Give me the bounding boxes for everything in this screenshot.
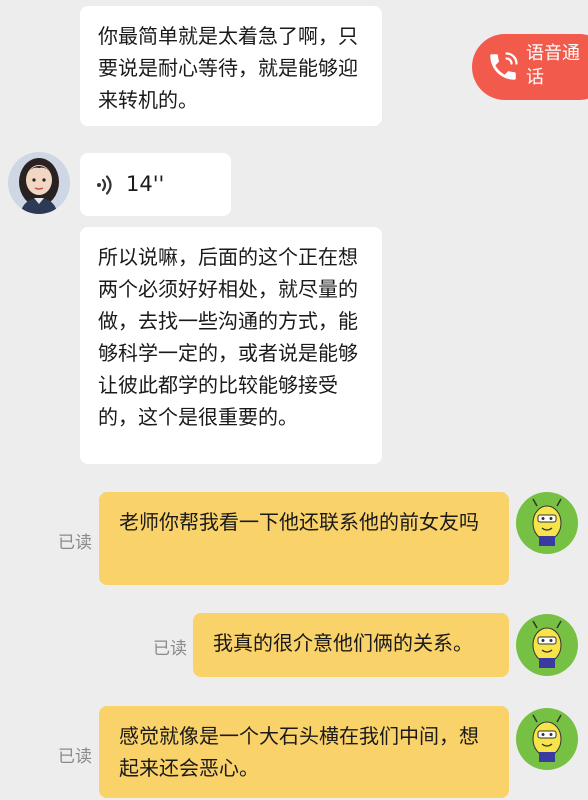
message-text: 感觉就像是一个大石头横在我们中间，想起来还会恶心。 — [119, 724, 479, 780]
message-text: 你最简单就是太着急了啊，只要说是耐心等待，就是能够迎来转机的。 — [98, 24, 358, 112]
read-status: 已读 — [58, 747, 92, 767]
voice-wave-icon — [97, 175, 112, 195]
message-text: 所以说嘛，后面的这个正在想两个必须好好相处，就尽量的做，去找一些沟通的方式，能够… — [98, 245, 358, 429]
read-status: 已读 — [58, 533, 92, 553]
message-text: 老师你帮我看一下他还联系他的前女友吗 — [119, 510, 479, 534]
avatar-self[interactable] — [516, 708, 578, 770]
message-bubble-outgoing[interactable]: 感觉就像是一个大石头横在我们中间，想起来还会恶心。 — [99, 706, 509, 798]
read-status: 已读 — [153, 639, 187, 659]
message-bubble-outgoing[interactable]: 老师你帮我看一下他还联系他的前女友吗 — [99, 492, 509, 585]
woman-avatar-icon — [8, 152, 70, 214]
voice-message-bubble[interactable]: 14'' — [80, 153, 231, 216]
voice-call-label: 语音通话 — [526, 43, 580, 88]
message-bubble-incoming[interactable]: 所以说嘛，后面的这个正在想两个必须好好相处，就尽量的做，去找一些沟通的方式，能够… — [80, 227, 382, 464]
phone-icon — [490, 52, 518, 80]
cartoon-avatar-icon — [516, 492, 578, 554]
avatar-self[interactable] — [516, 614, 578, 676]
message-text: 我真的很介意他们俩的关系。 — [213, 631, 473, 655]
message-bubble-incoming[interactable]: 你最简单就是太着急了啊，只要说是耐心等待，就是能够迎来转机的。 — [80, 6, 382, 126]
avatar-contact[interactable] — [8, 152, 70, 214]
voice-call-button[interactable]: 语音通话 — [472, 34, 588, 100]
voice-duration: 14'' — [126, 172, 165, 196]
cartoon-avatar-icon — [516, 708, 578, 770]
cartoon-avatar-icon — [516, 614, 578, 676]
message-bubble-outgoing[interactable]: 我真的很介意他们俩的关系。 — [193, 613, 509, 677]
avatar-self[interactable] — [516, 492, 578, 554]
